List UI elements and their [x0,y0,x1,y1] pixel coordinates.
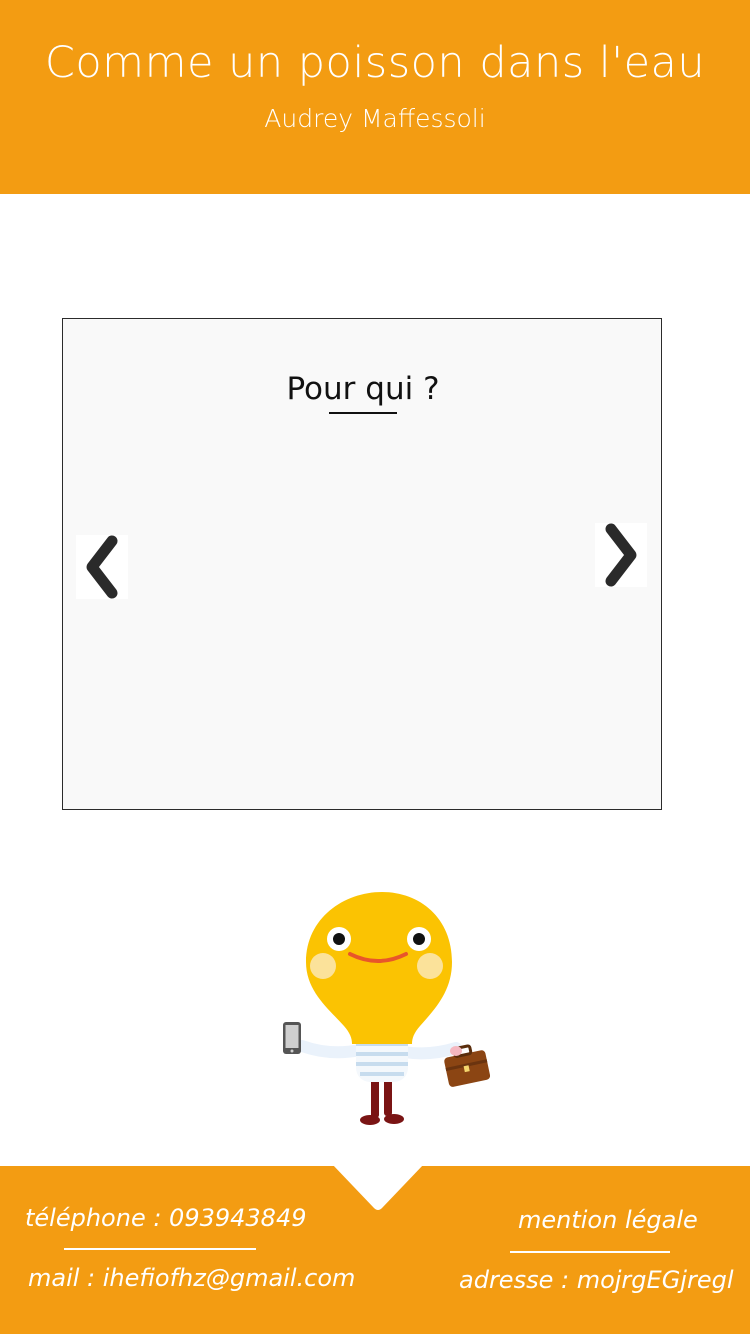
footer-phone-divider [64,1248,256,1250]
chevron-right-icon [605,523,637,587]
carousel-prev-button[interactable] [76,535,128,599]
slide-title: Pour qui ? [286,371,440,407]
lightbulb-character-icon [283,892,491,1125]
chevron-left-icon [86,535,118,599]
carousel: Pour qui ? [62,318,662,810]
header: Comme un poisson dans l'eau Audrey Maffe… [0,0,750,194]
app-root: Comme un poisson dans l'eau Audrey Maffe… [0,0,750,1334]
footer-phone[interactable]: téléphone : 093943849 [25,1204,306,1232]
page-title: Comme un poisson dans l'eau [44,38,706,88]
footer-notch [332,1164,424,1210]
footer-address: adresse : mojrgEGjregl [459,1266,734,1294]
footer-email[interactable]: mail : ihefiofhz@gmail.com [28,1264,355,1292]
slide-title-underline [329,412,397,414]
legal-notice-link[interactable]: mention légale [518,1206,698,1234]
author-name: Audrey Maffessoli [264,104,486,133]
footer-legal-divider [510,1251,670,1253]
carousel-next-button[interactable] [595,523,647,587]
